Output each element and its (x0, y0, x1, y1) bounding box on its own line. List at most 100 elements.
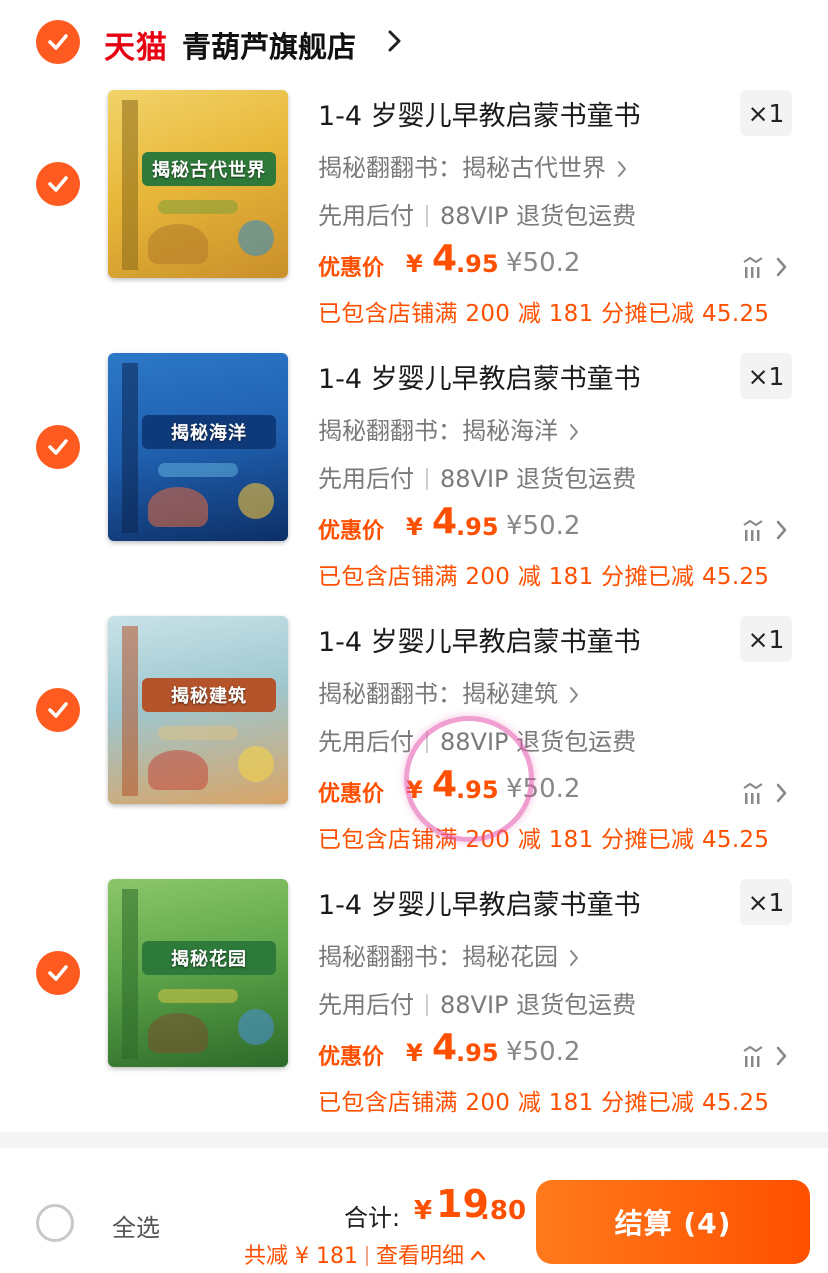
sku-selector[interactable]: 揭秘翻翻书：揭秘海洋 (318, 411, 580, 446)
service-tag: 先用后付 (318, 991, 414, 1019)
price-symbol: ¥ (406, 1039, 423, 1067)
chevron-right-icon (570, 950, 578, 966)
item-select-checkbox[interactable] (36, 425, 80, 469)
savings-amount: 共减 ¥ 181 (244, 1244, 358, 1269)
total-symbol: ¥ (414, 1196, 433, 1226)
chevron-up-icon[interactable] (470, 1249, 486, 1261)
cover-title: 揭秘古代世界 (142, 152, 276, 186)
price-integer: 4 (432, 501, 458, 542)
chevron-right-icon (570, 424, 578, 440)
separator (426, 994, 428, 1016)
original-price: ¥50.2 (506, 511, 581, 541)
item-select-checkbox[interactable] (36, 162, 80, 206)
price-integer: 4 (432, 238, 458, 279)
sku-selector[interactable]: 揭秘翻翻书：揭秘建筑 (318, 674, 580, 709)
price-decimal: .95 (456, 1039, 499, 1067)
sku-label: 揭秘翻翻书：揭秘花园 (318, 943, 558, 971)
sku-selector[interactable]: 揭秘翻翻书：揭秘古代世界 (318, 148, 628, 183)
product-title[interactable]: 1-4 岁婴儿早教启蒙书童书 (318, 620, 641, 659)
cover-decoration (148, 487, 208, 527)
product-image[interactable]: 揭秘海洋 (108, 353, 288, 541)
quantity-badge[interactable]: ×1 (740, 353, 792, 399)
price-label: 优惠价 (318, 1045, 385, 1070)
cover-decoration (158, 463, 238, 477)
quantity-badge[interactable]: ×1 (740, 90, 792, 136)
original-price: ¥50.2 (506, 248, 581, 278)
price-trend-icon[interactable] (742, 517, 790, 543)
original-price: ¥50.2 (506, 774, 581, 804)
price-decimal: .95 (456, 513, 499, 541)
total-decimal: .80 (480, 1196, 527, 1226)
savings-row: 共减 ¥ 181 查看明细 (244, 1238, 486, 1270)
separator (426, 731, 428, 753)
price-symbol: ¥ (406, 776, 423, 804)
cover-title: 揭秘花园 (142, 941, 276, 975)
service-tag: 先用后付 (318, 202, 414, 230)
cover-title: 揭秘建筑 (142, 678, 276, 712)
chevron-right-icon (618, 161, 626, 177)
price-integer: 4 (432, 764, 458, 805)
sku-label: 揭秘翻翻书：揭秘建筑 (318, 680, 558, 708)
service-tag: 88VIP 退货包运费 (440, 202, 637, 230)
product-image[interactable]: 揭秘建筑 (108, 616, 288, 804)
cart-item: 揭秘建筑 1-4 岁婴儿早教启蒙书童书 ×1 揭秘翻翻书：揭秘建筑 先用后付 88… (0, 616, 828, 879)
product-title[interactable]: 1-4 岁婴儿早教启蒙书童书 (318, 357, 641, 396)
checkmark-icon (48, 34, 68, 50)
sku-label: 揭秘翻翻书：揭秘古代世界 (318, 154, 606, 182)
service-tags: 先用后付 88VIP 退货包运费 (318, 722, 636, 757)
price-symbol: ¥ (406, 250, 423, 278)
product-title[interactable]: 1-4 岁婴儿早教启蒙书童书 (318, 94, 641, 133)
item-select-checkbox[interactable] (36, 688, 80, 732)
cover-decoration (238, 1009, 274, 1045)
product-image[interactable]: 揭秘古代世界 (108, 90, 288, 278)
price-label: 优惠价 (318, 256, 385, 281)
cart-item: 揭秘花园 1-4 岁婴儿早教启蒙书童书 ×1 揭秘翻翻书：揭秘花园 先用后付 88… (0, 879, 828, 1142)
separator (426, 205, 428, 227)
product-title[interactable]: 1-4 岁婴儿早教启蒙书童书 (318, 883, 641, 922)
checkout-button[interactable]: 结算 (4) (536, 1180, 810, 1264)
service-tag: 先用后付 (318, 728, 414, 756)
select-all-label[interactable]: 全选 (112, 1208, 160, 1243)
shop-select-checkbox[interactable] (36, 20, 80, 64)
discount-info: 已包含店铺满 200 减 181 分摊已减 45.25 (318, 301, 770, 327)
service-tags: 先用后付 88VIP 退货包运费 (318, 196, 636, 231)
sku-selector[interactable]: 揭秘翻翻书：揭秘花园 (318, 937, 580, 972)
book-spine (122, 363, 138, 533)
shop-name-link[interactable]: 青葫芦旗舰店 (182, 24, 356, 66)
cover-decoration (148, 1013, 208, 1053)
cover-title: 揭秘海洋 (142, 415, 276, 449)
quantity-badge[interactable]: ×1 (740, 879, 792, 925)
book-spine (122, 100, 138, 270)
sku-label: 揭秘翻翻书：揭秘海洋 (318, 417, 558, 445)
service-tag: 88VIP 退货包运费 (440, 991, 637, 1019)
item-select-checkbox[interactable] (36, 951, 80, 995)
product-image[interactable]: 揭秘花园 (108, 879, 288, 1067)
cover-decoration (238, 746, 274, 782)
shop-header: 天猫 青葫芦旗舰店 (0, 0, 828, 84)
quantity-badge[interactable]: ×1 (740, 616, 792, 662)
price-trend-icon[interactable] (742, 1043, 790, 1069)
discount-info: 已包含店铺满 200 减 181 分摊已减 45.25 (318, 564, 770, 590)
cover-decoration (158, 726, 238, 740)
cart-item: 揭秘古代世界 1-4 岁婴儿早教启蒙书童书 ×1 揭秘翻翻书：揭秘古代世界 先用… (0, 90, 828, 353)
select-all-checkbox[interactable] (36, 1204, 74, 1242)
price-decimal: .95 (456, 250, 499, 278)
service-tag: 先用后付 (318, 465, 414, 493)
view-details-link[interactable]: 查看明细 (376, 1244, 464, 1269)
price-trend-icon[interactable] (742, 780, 790, 806)
price-label: 优惠价 (318, 782, 385, 807)
price-symbol: ¥ (406, 513, 423, 541)
price-decimal: .95 (456, 776, 499, 804)
original-price: ¥50.2 (506, 1037, 581, 1067)
service-tag: 88VIP 退货包运费 (440, 728, 637, 756)
chevron-right-icon[interactable] (386, 28, 404, 54)
tmall-logo: 天猫 (104, 30, 168, 66)
service-tag: 88VIP 退货包运费 (440, 465, 637, 493)
service-tags: 先用后付 88VIP 退货包运费 (318, 985, 636, 1020)
service-tags: 先用后付 88VIP 退货包运费 (318, 459, 636, 494)
cover-decoration (238, 220, 274, 256)
price-trend-icon[interactable] (742, 254, 790, 280)
cover-decoration (158, 200, 238, 214)
cover-decoration (158, 989, 238, 1003)
separator (365, 1246, 368, 1266)
